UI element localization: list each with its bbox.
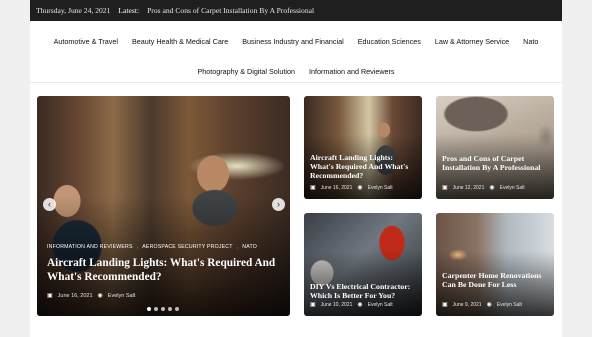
slider-dot[interactable] — [161, 307, 165, 311]
post-card[interactable]: Pros and Cons of Carpet Installation By … — [436, 96, 554, 199]
card-title[interactable]: DIY Vs Electrical Contractor: Which Is B… — [310, 282, 418, 300]
category-separator: , — [136, 244, 139, 250]
post-card[interactable]: DIY Vs Electrical Contractor: Which Is B… — [304, 213, 422, 316]
card-title[interactable]: Aircraft Landing Lights: What's Required… — [310, 153, 418, 180]
category-link[interactable]: INFORMATION AND REVIEWERS — [47, 244, 133, 250]
user-circle-icon: ◉ — [489, 185, 495, 191]
card-meta: ▣ June 9, 2021 ◉ Evelyn Salt — [442, 301, 522, 309]
hero-slider[interactable]: ‹ › INFORMATION AND REVIEWERS , AEROSPAC… — [37, 96, 290, 316]
category-separator: , — [236, 244, 239, 250]
slider-dot[interactable] — [168, 307, 172, 311]
post-card[interactable]: Aircraft Landing Lights: What's Required… — [304, 96, 422, 199]
post-date[interactable]: June 16, 2021 — [58, 293, 93, 299]
card-title[interactable]: Pros and Cons of Carpet Installation By … — [442, 154, 550, 172]
page-container: Automotive & Travel Beauty Health & Medi… — [30, 21, 562, 337]
user-circle-icon: ◉ — [97, 293, 103, 299]
current-date: Thursday, June 24, 2021 — [36, 6, 111, 15]
latest-headline-link[interactable]: Pros and Cons of Carpet Installation By … — [147, 6, 314, 15]
hero-meta: ▣ June 16, 2021 ◉ Evelyn Salt — [47, 292, 136, 300]
card-meta: ▣ June 10, 2021 ◉ Evelyn Salt — [310, 301, 393, 309]
nav-item-law-attorney[interactable]: Law & Attorney Service — [435, 37, 509, 46]
slider-dot[interactable] — [154, 307, 158, 311]
post-author[interactable]: Evelyn Salt — [500, 185, 525, 191]
hero-categories: INFORMATION AND REVIEWERS , AEROSPACE SE… — [47, 244, 257, 250]
nav-item-nato[interactable]: Nato — [523, 37, 538, 46]
user-circle-icon: ◉ — [357, 302, 363, 308]
calendar-icon: ▣ — [47, 293, 53, 299]
card-title[interactable]: Carpenter Home Renovations Can Be Done F… — [442, 271, 550, 289]
post-card[interactable]: Carpenter Home Renovations Can Be Done F… — [436, 213, 554, 316]
secondary-nav: Photography & Digital Solution Informati… — [30, 67, 562, 76]
nav-item-beauty-health[interactable]: Beauty Health & Medical Care — [132, 37, 228, 46]
slider-pagination — [147, 307, 179, 311]
nav-item-education-sciences[interactable]: Education Sciences — [358, 37, 421, 46]
calendar-icon: ▣ — [310, 185, 316, 191]
post-author[interactable]: Evelyn Salt — [368, 302, 393, 308]
calendar-icon: ▣ — [310, 302, 316, 308]
calendar-icon: ▣ — [442, 302, 448, 308]
top-bar: Thursday, June 24, 2021 Latest: Pros and… — [30, 0, 562, 21]
nav-item-information-reviewers[interactable]: Information and Reviewers — [309, 67, 395, 76]
post-date[interactable]: June 9, 2021 — [453, 302, 482, 308]
post-author[interactable]: Evelyn Salt — [497, 302, 522, 308]
category-link[interactable]: NATO — [242, 244, 257, 250]
calendar-icon: ▣ — [442, 185, 448, 191]
nav-divider — [30, 82, 562, 83]
post-date[interactable]: June 12, 2021 — [453, 185, 485, 191]
nav-item-automotive-travel[interactable]: Automotive & Travel — [54, 37, 118, 46]
chevron-right-icon[interactable]: › — [272, 198, 285, 211]
chevron-left-icon[interactable]: ‹ — [43, 198, 56, 211]
slider-dot[interactable] — [147, 307, 151, 311]
post-date[interactable]: June 10, 2021 — [321, 302, 353, 308]
hero-title[interactable]: Aircraft Landing Lights: What's Required… — [47, 256, 277, 284]
latest-label: Latest: — [118, 6, 140, 15]
category-link[interactable]: AEROSPACE SECURITY PROJECT — [142, 244, 232, 250]
user-circle-icon: ◉ — [357, 185, 363, 191]
card-meta: ▣ June 16, 2021 ◉ Evelyn Salt — [310, 184, 393, 192]
post-author[interactable]: Evelyn Salt — [108, 293, 136, 299]
slider-dot[interactable] — [175, 307, 179, 311]
user-circle-icon: ◉ — [486, 302, 492, 308]
nav-item-photography-digital[interactable]: Photography & Digital Solution — [198, 67, 296, 76]
card-meta: ▣ June 12, 2021 ◉ Evelyn Salt — [442, 184, 525, 192]
post-author[interactable]: Evelyn Salt — [368, 185, 393, 191]
post-date[interactable]: June 16, 2021 — [321, 185, 353, 191]
primary-nav: Automotive & Travel Beauty Health & Medi… — [30, 37, 562, 46]
nav-item-business-industry[interactable]: Business Industry and Financial — [242, 37, 343, 46]
